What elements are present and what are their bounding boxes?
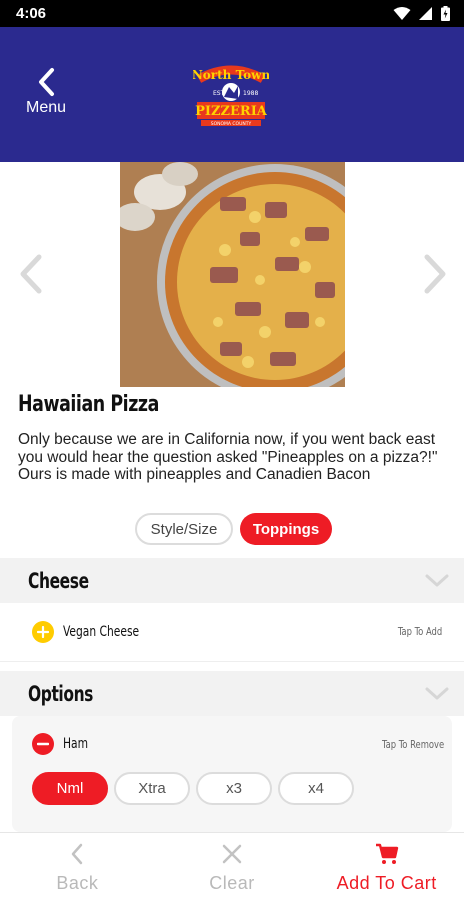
topping-action-hint: Tap To Remove	[381, 737, 444, 751]
clear-label: Clear	[209, 873, 255, 893]
back-label: Back	[56, 873, 99, 893]
pizzeria-logo: North Town EST. 1988 PIZZERIA SONOMA COU…	[193, 65, 269, 127]
tab-style-size[interactable]: Style/Size	[135, 513, 233, 545]
svg-text:EST.: EST.	[213, 90, 226, 97]
previous-image-arrow[interactable]	[18, 254, 44, 294]
chevron-down-icon	[425, 574, 449, 586]
topping-name: Vegan Cheese	[63, 623, 140, 640]
topping-name: Ham	[63, 736, 89, 752]
pizza-image	[120, 162, 345, 387]
back-to-menu-button[interactable]: Menu	[16, 67, 76, 117]
quantity-option-extra[interactable]: Xtra	[114, 772, 190, 805]
signal-icon	[419, 6, 432, 20]
topping-action-hint: Tap To Add	[397, 625, 442, 638]
shopping-cart-icon	[375, 843, 398, 864]
status-time: 4:06	[16, 5, 47, 22]
topping-card-ham: Ham Tap To Remove Nml Xtra x3 x4	[12, 716, 452, 832]
back-button[interactable]: Back	[0, 833, 155, 900]
quantity-option-x4[interactable]: x4	[278, 772, 354, 805]
topping-row-ham[interactable]: Ham Tap To Remove	[32, 730, 444, 758]
add-to-cart-button[interactable]: Add To Cart	[309, 833, 464, 900]
wifi-icon	[393, 6, 411, 20]
product-description: Only because we are in California now, i…	[18, 431, 438, 483]
add-topping-button[interactable]	[32, 620, 54, 643]
section-title-cheese: Cheese	[28, 568, 89, 593]
svg-text:SONOMA COUNTY: SONOMA COUNTY	[211, 121, 252, 127]
status-icons	[393, 6, 450, 21]
tab-toppings[interactable]: Toppings	[240, 513, 332, 545]
svg-text:North Town: North Town	[193, 68, 269, 82]
next-image-arrow[interactable]	[422, 254, 448, 294]
add-to-cart-label: Add To Cart	[336, 873, 437, 893]
chevron-left-icon	[72, 843, 83, 865]
product-image-carousel	[0, 162, 464, 387]
clear-button[interactable]: Clear	[155, 833, 310, 900]
topping-row-vegan-cheese[interactable]: Vegan Cheese Tap To Add	[0, 602, 464, 662]
app-header: Menu North Town EST. 1988 PIZZERIA SONOM…	[0, 27, 464, 162]
quantity-selector: Nml Xtra x3 x4	[32, 772, 354, 805]
back-menu-label: Menu	[25, 99, 67, 116]
options-section-header[interactable]: Options	[0, 671, 464, 716]
customization-tabs: Style/Size Toppings	[135, 513, 332, 545]
chevron-down-icon	[425, 687, 449, 699]
quantity-option-x3[interactable]: x3	[196, 772, 272, 805]
svg-text:PIZZERIA: PIZZERIA	[195, 104, 268, 119]
section-title-options: Options	[28, 681, 94, 706]
status-bar: 4:06	[0, 0, 464, 27]
minus-icon	[37, 742, 49, 746]
remove-topping-button[interactable]	[32, 733, 54, 755]
cheese-section-header[interactable]: Cheese	[0, 558, 464, 603]
quantity-option-normal[interactable]: Nml	[32, 772, 108, 805]
svg-text:1988: 1988	[243, 90, 258, 97]
bottom-action-bar: Back Clear Add To Cart	[0, 832, 464, 900]
close-icon	[222, 844, 242, 864]
chevron-left-icon	[39, 68, 54, 96]
plus-icon	[37, 625, 49, 638]
pizza-photo	[120, 162, 345, 387]
product-title: Hawaiian Pizza	[18, 392, 159, 417]
battery-icon	[441, 6, 450, 21]
